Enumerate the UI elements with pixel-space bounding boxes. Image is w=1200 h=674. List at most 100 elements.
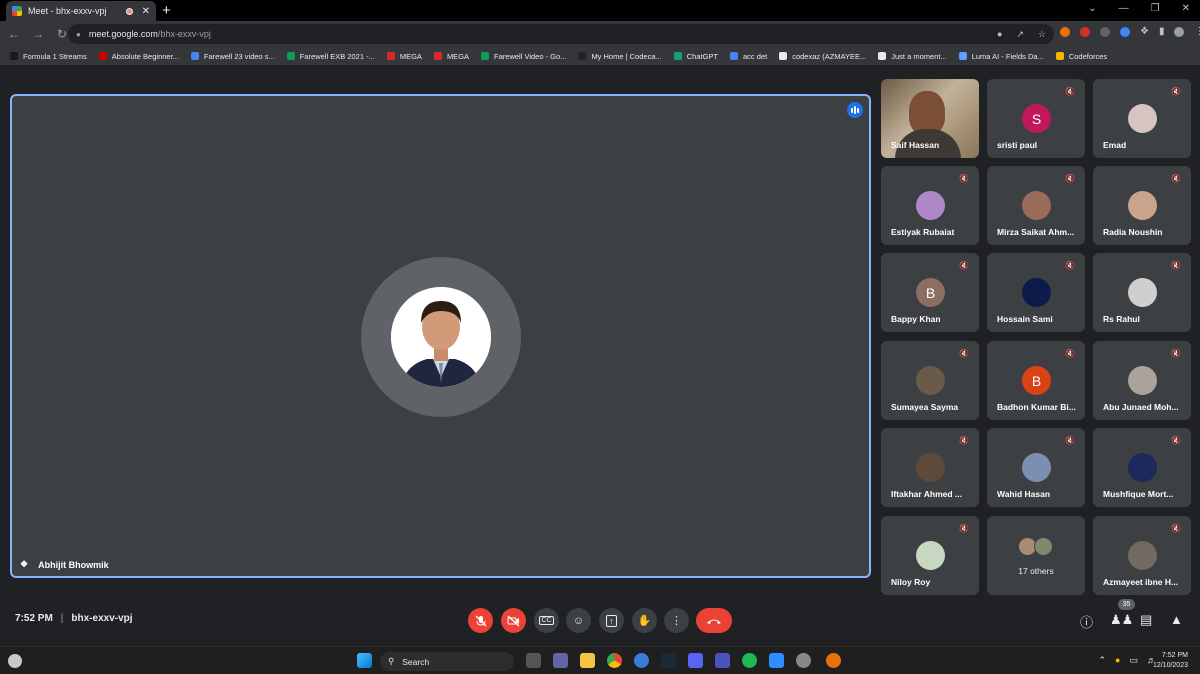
presenter-avatar — [391, 287, 491, 387]
spotify-icon[interactable] — [742, 653, 757, 668]
mic-muted-icon: 🔇 — [1065, 349, 1075, 358]
participant-tile[interactable]: Saif Hassan — [881, 79, 979, 158]
participant-tile[interactable]: 🔇 Mirza Saikat Ahm... — [987, 166, 1085, 245]
teams-chat-icon[interactable] — [553, 653, 568, 668]
edge-icon[interactable] — [634, 653, 649, 668]
present-screen-button[interactable]: ↑ — [599, 608, 624, 633]
discord-icon[interactable] — [688, 653, 703, 668]
participant-tile[interactable]: 🔇 B Bappy Khan — [881, 253, 979, 332]
extension-icon[interactable] — [1100, 26, 1110, 37]
bookmark-item[interactable]: acc det — [730, 52, 767, 61]
avatar — [916, 453, 945, 482]
mic-tray-icon[interactable]: ● — [1115, 655, 1120, 666]
new-tab-button[interactable]: + — [162, 2, 171, 19]
taskbar-clock[interactable]: 7:52 PM 12/10/2023 — [1153, 651, 1188, 671]
hang-up-icon — [707, 619, 721, 624]
meeting-details-info-icon[interactable]: ⓘ — [1080, 612, 1093, 631]
bookmark-item[interactable]: MEGA — [433, 52, 469, 61]
bookmark-item[interactable]: My Home | Codeca... — [578, 52, 662, 61]
browser-toolbar: ← → ↻ ● meet.google.com/bhx-exxv-vpj ● ↗… — [0, 21, 1200, 47]
microphone-off-button[interactable] — [468, 608, 493, 633]
extension-icon[interactable] — [1120, 26, 1130, 37]
chrome-icon[interactable] — [607, 653, 622, 668]
participant-tile[interactable]: 🔇 Abu Junaed Moh... — [1093, 341, 1191, 420]
presenter-name-label: ❖ Abhijit Bhowmik — [20, 559, 109, 570]
reactions-button[interactable]: ☺ — [566, 608, 591, 633]
bookmark-item[interactable]: Codeforces — [1055, 52, 1107, 61]
participant-tile[interactable]: 🔇 B Badhon Kumar Bi... — [987, 341, 1085, 420]
main-speaker-stage[interactable]: ❖ Abhijit Bhowmik — [10, 94, 871, 578]
others-avatars — [1018, 537, 1053, 556]
menu-kebab-icon[interactable]: ⋮ — [1194, 26, 1200, 37]
share-icon[interactable]: ↗ — [1016, 29, 1024, 40]
side-panel-icon[interactable]: ▮ — [1159, 26, 1165, 37]
chevron-up-icon[interactable]: ⌃ — [1099, 655, 1107, 666]
participant-tile[interactable]: 🔇 Niloy Roy — [881, 516, 979, 595]
participant-tile[interactable]: 🔇 Wahid Hasan — [987, 428, 1085, 507]
participant-tile[interactable]: 🔇 Estiyak Rubaiat — [881, 166, 979, 245]
participant-tile[interactable]: 🔇 Azmayeet ibne H... — [1093, 516, 1191, 595]
bookmark-item[interactable]: Just a moment... — [878, 52, 947, 61]
tab-meet[interactable]: Meet - bhx-exxv-vpj ✕ — [6, 1, 156, 21]
ea-app-icon[interactable] — [826, 653, 841, 668]
leave-call-button[interactable] — [696, 608, 732, 633]
raise-hand-button[interactable]: ✋ — [632, 608, 657, 633]
forward-arrow-icon[interactable]: → — [28, 27, 48, 41]
bookmark-item[interactable]: Luma AI - Fields Da... — [958, 52, 1044, 61]
presenter-name: Abhijit Bhowmik — [38, 559, 109, 570]
participant-name: Abu Junaed Moh... — [1103, 402, 1179, 412]
microphone-in-use-icon[interactable]: ● — [997, 29, 1002, 40]
bookmark-item[interactable]: codexaz (AZMAYEE... — [779, 52, 866, 61]
participant-tile[interactable]: 🔇 Radia Noushin — [1093, 166, 1191, 245]
task-view-icon[interactable] — [526, 653, 541, 668]
maximize-button[interactable]: ❐ — [1151, 3, 1160, 14]
captions-button[interactable]: CC — [534, 608, 559, 633]
steam-icon[interactable] — [661, 653, 676, 668]
camera-off-button[interactable] — [501, 608, 526, 633]
weather-widget-icon[interactable] — [8, 654, 22, 668]
participant-tile[interactable]: 🔇 Sumayea Sayma — [881, 341, 979, 420]
bookmark-item[interactable]: MEGA — [386, 52, 422, 61]
bookmark-favicon-icon — [286, 52, 295, 60]
more-options-button[interactable]: ⋮ — [664, 608, 689, 633]
battery-icon[interactable]: ▭ — [1129, 655, 1138, 666]
file-explorer-icon[interactable] — [580, 653, 595, 668]
activities-icon[interactable]: ▲ — [1170, 612, 1183, 627]
teams-icon[interactable] — [715, 653, 730, 668]
adblock-icon[interactable] — [1080, 26, 1090, 37]
site-info-icon[interactable]: ● — [76, 30, 81, 39]
app-icon[interactable] — [796, 653, 811, 668]
pin-icon[interactable]: ❖ — [20, 559, 28, 570]
participant-tile[interactable]: 🔇 Iftakhar Ahmed ... — [881, 428, 979, 507]
puzzle-extensions-icon[interactable]: ❖ — [1140, 26, 1149, 37]
participant-tile[interactable]: 🔇 Mushfique Mort... — [1093, 428, 1191, 507]
bookmark-item[interactable]: ChatGPT — [673, 52, 718, 61]
tab-close-icon[interactable]: ✕ — [142, 6, 150, 17]
profile-avatar[interactable] — [1174, 26, 1185, 37]
bookmark-item[interactable]: Farewell Video - Go... — [481, 52, 566, 61]
participant-tile[interactable]: 🔇 Hossain Sami — [987, 253, 1085, 332]
app-icon[interactable] — [769, 653, 784, 668]
back-arrow-icon[interactable]: ← — [4, 27, 24, 41]
chat-icon[interactable]: ▤ — [1140, 612, 1152, 628]
minimize-button[interactable]: — — [1119, 3, 1129, 14]
participant-tile[interactable]: 17 others — [987, 516, 1085, 595]
extension-icon[interactable] — [1060, 26, 1070, 37]
windows-start-icon[interactable] — [357, 653, 372, 668]
bookmark-item[interactable]: Absolute Beginner... — [98, 52, 179, 61]
taskbar-search-box[interactable]: ⚲ Search — [380, 652, 514, 671]
bookmark-star-icon[interactable]: ☆ — [1038, 29, 1046, 40]
bookmark-item[interactable]: Farewell 23 video s... — [190, 52, 275, 61]
participant-tile[interactable]: 🔇 Ssristi paul — [987, 79, 1085, 158]
people-icon[interactable]: ♟♟ — [1110, 612, 1133, 628]
url-host: meet.google.com — [88, 29, 158, 39]
bookmark-item[interactable]: Formula 1 Streams — [10, 52, 87, 61]
participant-tile[interactable]: 🔇 Rs Rahul — [1093, 253, 1191, 332]
participant-name: Niloy Roy — [891, 577, 931, 587]
close-window-button[interactable]: ✕ — [1182, 3, 1190, 14]
tab-search-icon[interactable]: ⌄ — [1088, 3, 1096, 14]
participant-tile[interactable]: 🔇 Emad — [1093, 79, 1191, 158]
bookmark-item[interactable]: Farewell EXB 2021 -... — [286, 52, 375, 61]
avatar — [1022, 278, 1051, 307]
address-bar[interactable]: ● meet.google.com/bhx-exxv-vpj ● ↗ ☆ — [68, 24, 1054, 44]
